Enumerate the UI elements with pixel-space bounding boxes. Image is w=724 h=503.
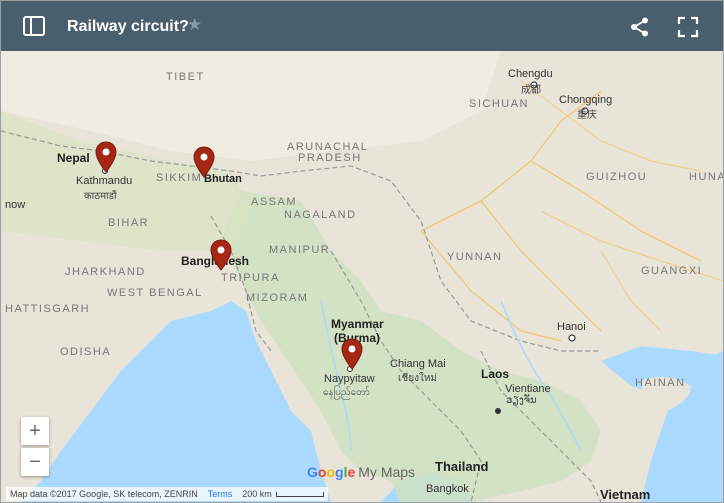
map-label: BIHAR bbox=[108, 217, 150, 229]
map-label: Laos bbox=[481, 367, 510, 381]
map-label: ASSAM bbox=[251, 196, 298, 208]
map-label: MIZORAM bbox=[246, 292, 309, 304]
map-label: เชียงใหม่ bbox=[398, 373, 438, 384]
map-label: Naypyitaw bbox=[324, 373, 375, 385]
map-marker-bangladesh[interactable] bbox=[210, 239, 232, 271]
map-label: Hanoi bbox=[557, 321, 586, 333]
map-label: Thailand bbox=[435, 459, 489, 474]
map-label: HATTISGARH bbox=[5, 303, 91, 315]
map-label: Vientiane bbox=[505, 383, 551, 395]
map-label: Chiang Mai bbox=[390, 358, 446, 370]
sidebar-toggle-icon[interactable] bbox=[21, 14, 47, 38]
map-label: JHARKHAND bbox=[65, 266, 146, 278]
map-label: GUIZHOU bbox=[586, 171, 648, 183]
scale-label: 200 km bbox=[242, 489, 272, 499]
scale-indicator[interactable]: 200 km bbox=[242, 489, 324, 499]
map-label: Kathmandu bbox=[76, 175, 133, 187]
zoom-in-button[interactable]: + bbox=[21, 417, 49, 445]
map-label: Chengdu bbox=[508, 68, 553, 80]
logo-letter: e bbox=[347, 464, 356, 480]
map-label: Nepal bbox=[57, 151, 90, 165]
map-label: နေပြည်တော် bbox=[323, 387, 370, 398]
map-label: काठमाडौं bbox=[84, 191, 117, 202]
map-canvas[interactable]: TIBET Chengdu 成都 SICHUAN Chongqing 重庆 Ne… bbox=[1, 51, 723, 502]
map-label: YUNNAN bbox=[447, 251, 503, 263]
map-marker-bhutan[interactable] bbox=[193, 146, 215, 178]
map-label: 重庆 bbox=[577, 110, 597, 121]
map-label: ວຽງຈັນ bbox=[506, 395, 537, 406]
map-label: GUANGXI bbox=[641, 265, 703, 277]
map-label: HAINAN bbox=[635, 377, 686, 389]
map-marker-kathmandu[interactable] bbox=[95, 141, 117, 173]
map-label: Bangkok bbox=[426, 483, 469, 495]
map-label: Vietnam bbox=[600, 487, 651, 502]
fullscreen-icon[interactable] bbox=[677, 16, 699, 38]
zoom-out-button[interactable]: − bbox=[21, 448, 49, 476]
terms-link[interactable]: Terms bbox=[208, 489, 233, 499]
logo-letter: G bbox=[307, 464, 318, 480]
map-label: TIBET bbox=[166, 71, 205, 83]
map-label: 成都 bbox=[521, 85, 541, 96]
star-icon[interactable]: ★ bbox=[187, 15, 202, 35]
map-label: SICHUAN bbox=[469, 98, 530, 110]
map-label: WEST BENGAL bbox=[107, 287, 203, 299]
title-bar: Railway circuit? ★ bbox=[1, 1, 723, 51]
map-label: Chongqing bbox=[559, 94, 613, 106]
map-label: HUNAN bbox=[689, 171, 723, 183]
map-marker-naypyitaw[interactable] bbox=[341, 338, 363, 370]
logo-letter: g bbox=[335, 464, 344, 480]
map-embed-frame: Railway circuit? ★ TIBET Chengdu 成都 SICH… bbox=[0, 0, 724, 503]
map-label: PRADESH bbox=[298, 152, 362, 164]
scale-bar bbox=[275, 491, 324, 497]
map-label: Myanmar bbox=[331, 317, 384, 331]
logo-letter: o bbox=[326, 464, 336, 480]
map-label: ODISHA bbox=[60, 346, 112, 358]
map-label: TRIPURA bbox=[221, 272, 280, 284]
share-icon[interactable] bbox=[629, 16, 651, 38]
map-label: now bbox=[5, 199, 26, 211]
google-my-maps-logo: Google My Maps bbox=[307, 464, 415, 480]
map-label: MANIPUR bbox=[269, 244, 331, 256]
attribution-text: Map data ©2017 Google, SK telecom, ZENRI… bbox=[10, 489, 198, 499]
map-title: Railway circuit? bbox=[67, 18, 189, 35]
map-attribution: Map data ©2017 Google, SK telecom, ZENRI… bbox=[6, 487, 328, 501]
map-label: NAGALAND bbox=[284, 209, 357, 221]
logo-letter: My Maps bbox=[358, 464, 416, 480]
